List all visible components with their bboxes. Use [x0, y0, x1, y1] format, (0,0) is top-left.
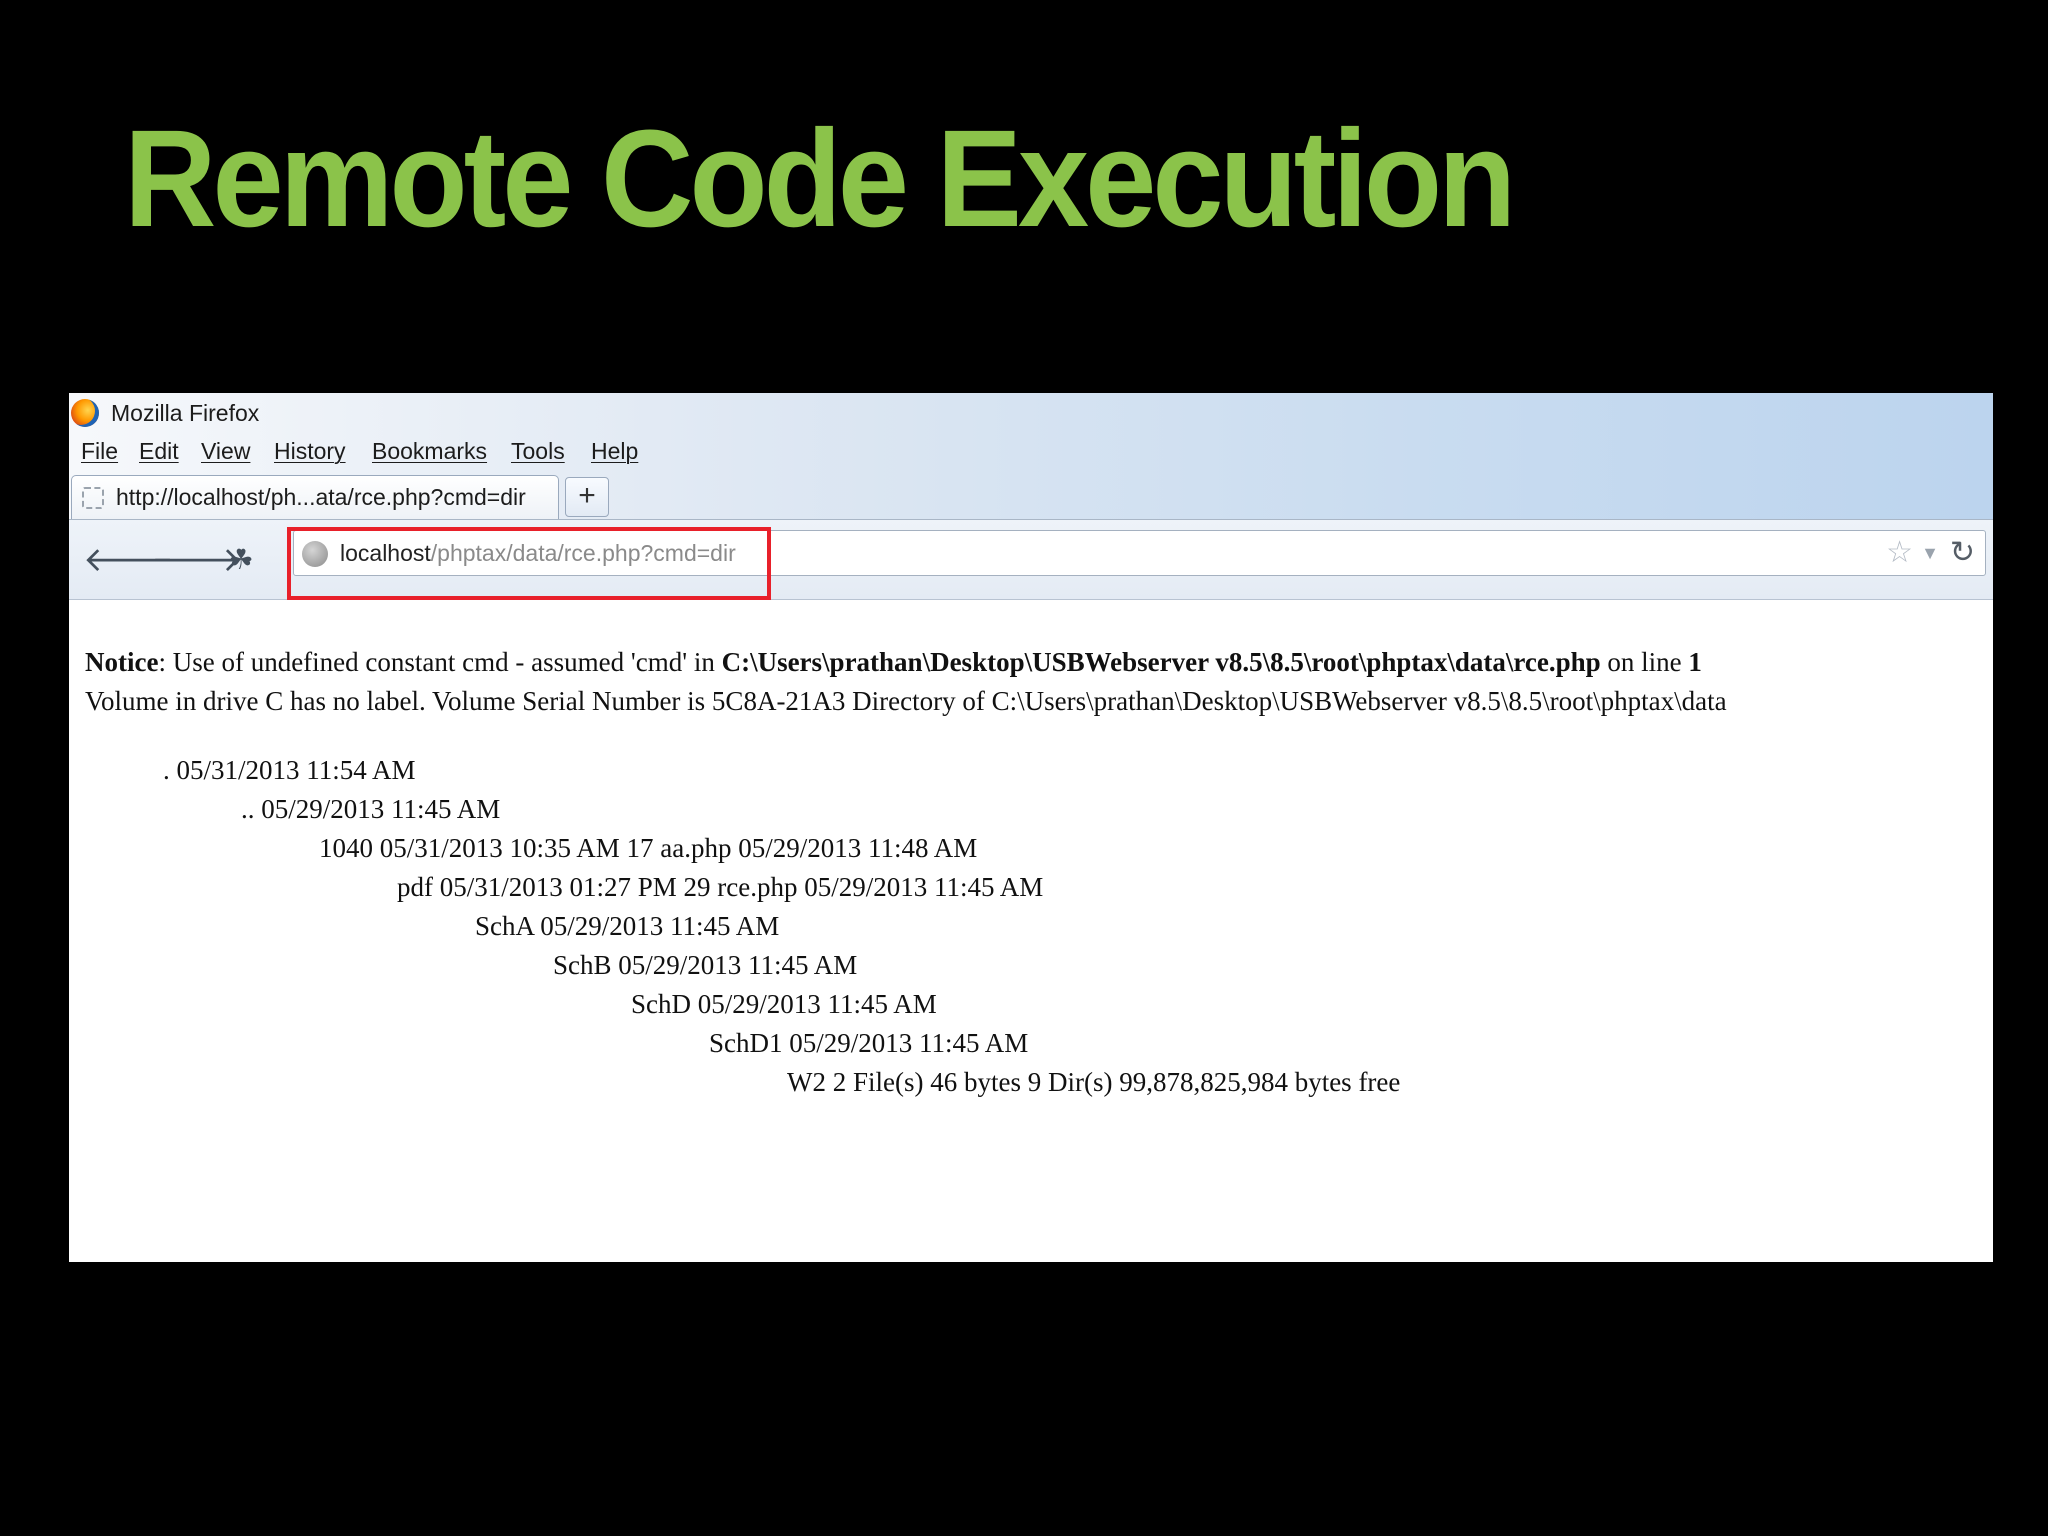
tab-rce[interactable]: http://localhost/ph...ata/rce.php?cmd=di…: [71, 475, 559, 519]
slide-title: Remote Code Execution: [124, 101, 1516, 257]
dir-entry: . 05/31/2013 11:54 AM: [163, 755, 416, 785]
volume-info: Volume in drive C has no label. Volume S…: [85, 686, 1727, 716]
notice-text: : Use of undefined constant cmd - assume…: [158, 647, 722, 677]
menu-file[interactable]: File: [81, 435, 118, 467]
dir-entry: SchB 05/29/2013 11:45 AM: [553, 950, 858, 980]
reload-icon[interactable]: ↻: [1950, 536, 1975, 570]
dir-entry: SchD 05/29/2013 11:45 AM: [631, 989, 937, 1019]
new-tab-button[interactable]: +: [565, 477, 609, 517]
browser-window: Mozilla Firefox File Edit View History B…: [69, 393, 1993, 1262]
menu-help[interactable]: Help: [591, 435, 638, 467]
menu-edit[interactable]: Edit: [139, 435, 179, 467]
dir-entry: SchA 05/29/2013 11:45 AM: [475, 911, 780, 941]
menu-tools[interactable]: Tools: [511, 435, 565, 467]
tab-label: http://localhost/ph...ata/rce.php?cmd=di…: [116, 484, 526, 510]
dir-entry: .. 05/29/2013 11:45 AM: [241, 794, 501, 824]
dir-entry: W2 2 File(s) 46 bytes 9 Dir(s) 99,878,82…: [787, 1067, 1401, 1097]
home-icon[interactable]: ☘: [221, 540, 261, 580]
dir-entry: 1040 05/31/2013 10:35 AM 17 aa.php 05/29…: [319, 833, 978, 863]
forward-arrow-icon[interactable]: 🡒: [151, 540, 242, 580]
menu-bar: File Edit View History Bookmarks Tools H…: [69, 435, 669, 469]
notice-path: C:\Users\prathan\Desktop\USBWebserver v8…: [721, 647, 1601, 677]
notice-line-number: 1: [1688, 647, 1702, 677]
menu-view[interactable]: View: [201, 435, 250, 467]
window-title: Mozilla Firefox: [111, 400, 260, 426]
blank-page-icon: [82, 487, 104, 509]
menu-history[interactable]: History: [274, 435, 346, 467]
php-notice: Notice: Use of undefined constant cmd - …: [85, 643, 1702, 682]
dir-entry: SchD1 05/29/2013 11:45 AM: [709, 1028, 1029, 1058]
url-highlight-box: [287, 527, 771, 600]
tab-strip: http://localhost/ph...ata/rce.php?cmd=di…: [69, 475, 1993, 519]
firefox-logo-icon: [71, 399, 99, 427]
title-bar: Mozilla Firefox: [69, 393, 1993, 433]
chevron-down-icon[interactable]: ▼: [1921, 541, 1939, 565]
notice-suffix: on line: [1600, 647, 1689, 677]
notice-label: Notice: [85, 647, 159, 677]
dir-entry: pdf 05/31/2013 01:27 PM 29 rce.php 05/29…: [397, 872, 1044, 902]
back-arrow-icon[interactable]: 🡐: [83, 540, 174, 580]
menu-bookmarks[interactable]: Bookmarks: [372, 435, 487, 467]
bookmark-star-icon[interactable]: ☆: [1886, 537, 1913, 569]
